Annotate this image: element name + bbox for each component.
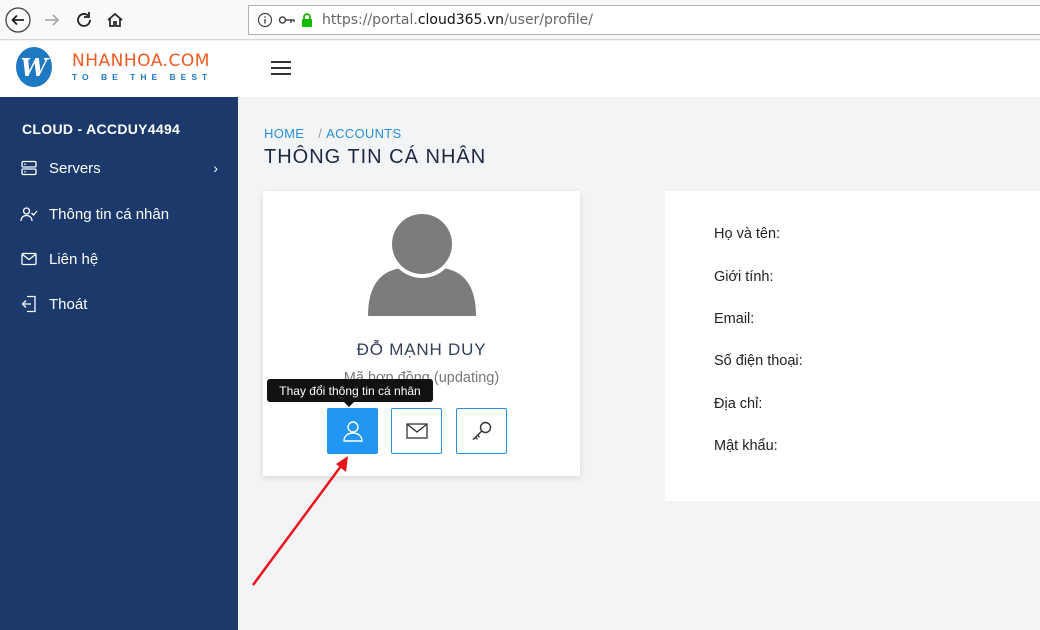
forward-button[interactable]: [38, 6, 66, 34]
menu-toggle-icon[interactable]: [271, 61, 291, 77]
breadcrumb-separator: /: [318, 126, 323, 141]
home-button[interactable]: [101, 6, 129, 34]
browser-toolbar: https://portal. cloud365.vn/user/profile/: [0, 0, 1040, 40]
email-button[interactable]: [391, 408, 442, 454]
user-check-icon: [20, 205, 38, 223]
reload-button[interactable]: [70, 6, 98, 34]
sidebar-item-label: Servers: [49, 159, 101, 177]
logo-text[interactable]: NHANHOA.COM TO BE THE BEST: [72, 51, 212, 82]
envelope-icon: [405, 423, 428, 439]
phone-label: Số điện thoại:: [714, 353, 803, 369]
key-icon[interactable]: [278, 13, 296, 27]
annotation-arrow: [251, 456, 348, 586]
server-icon: [20, 159, 38, 177]
change-password-button[interactable]: [456, 408, 507, 454]
sidebar-item-label: Thoát: [49, 295, 88, 313]
sidebar-item-logout[interactable]: Thoát: [20, 290, 230, 318]
back-button[interactable]: [4, 6, 32, 34]
site-header: W NHANHOA.COM TO BE THE BEST: [0, 41, 1040, 97]
logo-name: NHANHOA.COM: [72, 51, 210, 71]
avatar: [368, 212, 476, 316]
chevron-right-icon: ›: [213, 160, 218, 176]
tooltip-arrow: [344, 402, 354, 407]
full-name-label: Họ và tên:: [714, 226, 781, 242]
page-title: THÔNG TIN CÁ NHÂN: [264, 146, 487, 168]
email-label: Email:: [714, 311, 755, 327]
breadcrumb: HOME / ACCOUNTS: [264, 126, 401, 141]
logo-emblem[interactable]: W: [16, 47, 52, 87]
sidebar-item-profile[interactable]: Thông tin cá nhân: [20, 200, 230, 228]
url-prefix: https://portal.: [322, 12, 418, 28]
sidebar-item-servers[interactable]: Servers ›: [20, 154, 230, 182]
key-icon: [472, 421, 491, 441]
home-icon: [107, 12, 123, 27]
user-name: ĐỖ MẠNH DUY: [356, 340, 487, 359]
tooltip: Thay đổi thông tin cá nhân: [267, 379, 433, 402]
breadcrumb-accounts[interactable]: ACCOUNTS: [326, 126, 401, 141]
sidebar-item-label: Thông tin cá nhân: [49, 205, 170, 223]
reload-icon: [77, 12, 91, 27]
password-label: Mật khẩu:: [714, 438, 778, 454]
breadcrumb-home[interactable]: HOME: [264, 126, 304, 141]
sidebar-item-contact[interactable]: Liên hệ: [20, 245, 230, 273]
sidebar: CLOUD - ACCDUY4494 Servers › Thông tin c…: [0, 97, 238, 630]
forward-arrow-icon: [45, 14, 60, 26]
lock-icon: [302, 13, 312, 27]
logo-tagline: TO BE THE BEST: [72, 72, 213, 82]
logout-icon: [20, 295, 38, 313]
user-icon: [342, 421, 363, 442]
account-name: CLOUD - ACCDUY4494: [22, 121, 181, 137]
url-host: cloud365.vn: [417, 12, 505, 28]
address-bar[interactable]: https://portal. cloud365.vn/user/profile/: [248, 5, 1040, 35]
back-arrow-icon: [5, 7, 31, 33]
edit-profile-button[interactable]: [327, 408, 378, 454]
url-path: /user/profile/: [504, 12, 593, 28]
info-icon[interactable]: [257, 12, 273, 28]
address-label: Địa chỉ:: [714, 396, 763, 412]
gender-label: Giới tính:: [714, 269, 774, 285]
sidebar-item-label: Liên hệ: [49, 250, 99, 268]
mail-icon: [20, 250, 38, 268]
